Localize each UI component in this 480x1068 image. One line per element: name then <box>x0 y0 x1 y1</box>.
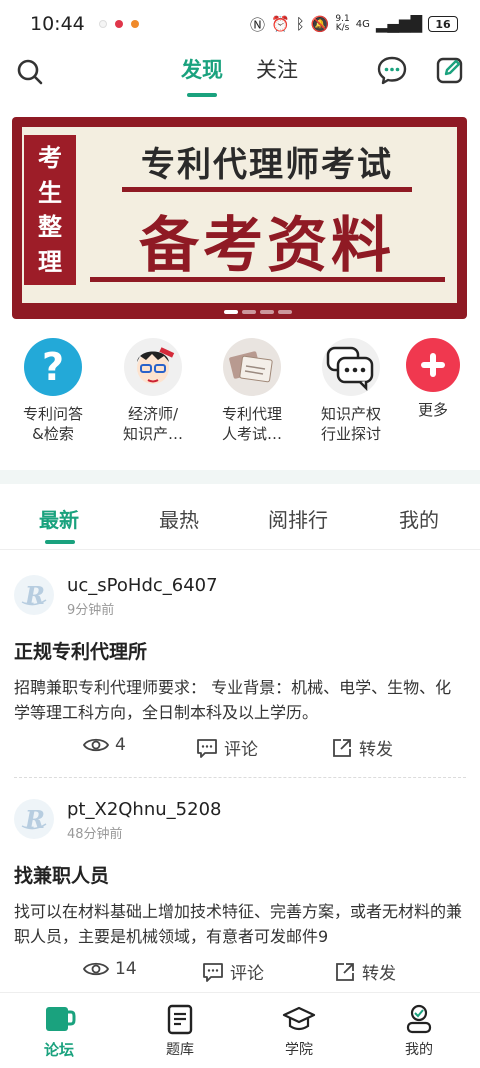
promo-banner[interactable]: 考 生 整 理 专利代理师考试 备考资料 <box>12 117 467 319</box>
post-actions: 14 评论 转发 <box>0 959 480 987</box>
status-bar: 10:44 Ⓝ ⏰ ᛒ 🔕 9.1 K/s 4G ▂▄▆█ 16 <box>0 0 480 48</box>
status-icons: Ⓝ ⏰ ᛒ 🔕 9.1 K/s 4G ▂▄▆█ 16 <box>250 14 458 35</box>
question-icon: ? <box>24 338 82 396</box>
tab-follow[interactable]: 关注 <box>256 54 298 84</box>
post-card[interactable]: R uc_sPoHdc_6407 9分钟前 正规专利代理所 招聘兼职专利代理师要… <box>0 575 480 780</box>
svg-text:R: R <box>24 805 45 834</box>
eye-icon <box>83 962 109 976</box>
post-username[interactable]: pt_X2Qhnu_5208 <box>67 799 221 820</box>
tab-latest[interactable]: 最新 <box>39 504 79 533</box>
tab-ranking[interactable]: 阅排行 <box>268 504 328 533</box>
nav-question-bank[interactable]: 题库 <box>145 1003 215 1059</box>
default-avatar-icon: R <box>21 805 47 834</box>
banner-side-label: 考 生 整 理 <box>24 135 76 285</box>
avatar[interactable]: R <box>14 799 54 839</box>
post-card[interactable]: R pt_X2Qhnu_5208 48分钟前 找兼职人员 找可以在材料基础上增加… <box>0 799 480 989</box>
share-button[interactable]: 转发 <box>331 735 393 760</box>
cartoon-avatar-icon <box>124 338 182 396</box>
documents-icon <box>223 338 281 396</box>
bluetooth-icon: ᛒ <box>295 15 305 33</box>
status-time: 10:44 <box>30 13 85 35</box>
search-icon <box>17 59 43 85</box>
messages-button[interactable] <box>376 54 408 86</box>
top-nav: 发现 关注 <box>0 48 480 100</box>
category-shortcuts: ? 专利问答 &检索 经济师/ 知识产… 专利代理 人考试… 知识产权 行业探讨… <box>0 338 480 458</box>
default-avatar-icon: R <box>21 581 47 610</box>
banner-headline: 备考资料 <box>139 211 395 281</box>
net-speed: 9.1 K/s <box>335 14 350 33</box>
post-separator <box>14 777 466 778</box>
user-icon <box>406 1004 432 1034</box>
share-icon <box>336 962 354 981</box>
category-economist[interactable]: 经济师/ 知识产… <box>108 338 198 444</box>
notification-dots <box>98 20 139 28</box>
comment-icon <box>203 962 223 982</box>
chat-icon <box>377 56 407 85</box>
comment-button[interactable]: 评论 <box>202 959 264 984</box>
plus-icon <box>406 338 460 392</box>
post-title[interactable]: 找兼职人员 <box>14 861 109 888</box>
bottom-nav: 论坛 题库 学院 我的 <box>0 992 480 1068</box>
post-time: 48分钟前 <box>67 827 123 842</box>
signal-label: 4G <box>355 18 370 30</box>
nfc-icon: Ⓝ <box>249 15 265 34</box>
avatar[interactable]: R <box>14 575 54 615</box>
post-time: 9分钟前 <box>67 603 115 618</box>
eye-icon <box>83 738 109 752</box>
views-count: 14 <box>83 959 137 979</box>
svg-text:R: R <box>24 581 45 610</box>
edit-icon <box>436 57 463 84</box>
signal-icon: ▂▄▆█ <box>375 15 422 33</box>
document-list-icon <box>167 1004 193 1035</box>
category-patent-exam[interactable]: 专利代理 人考试… <box>207 338 297 444</box>
category-more[interactable]: 更多 <box>388 338 478 420</box>
carousel-indicator <box>224 310 292 314</box>
nav-forum[interactable]: 论坛 <box>24 1003 94 1060</box>
category-ip-discussion[interactable]: 知识产权 行业探讨 <box>306 338 396 444</box>
compose-button[interactable] <box>434 54 466 86</box>
notification-icon <box>98 20 107 28</box>
section-divider <box>0 470 480 484</box>
post-body[interactable]: 招聘兼职专利代理师要求： 专业背景：机械、电学、生物、化学等理工科方向，全日制本… <box>14 675 466 725</box>
mute-icon: 🔕 <box>310 15 330 33</box>
tab-hot[interactable]: 最热 <box>159 504 199 533</box>
banner-divider <box>90 277 445 282</box>
notification-icon <box>130 20 139 28</box>
views-count: 4 <box>83 735 126 755</box>
post-body[interactable]: 找可以在材料基础上增加技术特征、完善方案，或者无材料的兼职人员，主要是机械领域，… <box>14 899 466 949</box>
banner-title: 专利代理师考试 <box>141 145 393 185</box>
alarm-icon: ⏰ <box>271 15 290 33</box>
chat-bubbles-icon <box>322 338 380 396</box>
search-button[interactable] <box>14 56 46 88</box>
nav-academy[interactable]: 学院 <box>264 1003 334 1059</box>
notification-icon <box>114 20 123 28</box>
graduation-cap-icon <box>282 1006 316 1031</box>
nav-profile[interactable]: 我的 <box>384 1003 454 1059</box>
share-icon <box>333 738 351 757</box>
share-button[interactable]: 转发 <box>334 959 396 984</box>
tab-discover[interactable]: 发现 <box>181 54 223 84</box>
post-actions: 4 评论 转发 <box>0 735 480 763</box>
post-title[interactable]: 正规专利代理所 <box>14 637 147 664</box>
tab-indicator <box>187 93 217 97</box>
comment-icon <box>197 738 217 758</box>
comment-button[interactable]: 评论 <box>196 735 258 760</box>
tab-mine[interactable]: 我的 <box>399 504 439 533</box>
banner-divider <box>122 187 412 192</box>
feed-tabs: 最新 最热 阅排行 我的 <box>0 484 480 550</box>
feed-tab-indicator <box>45 540 75 544</box>
battery-icon: 16 <box>428 16 458 32</box>
cup-icon <box>46 1007 76 1031</box>
category-patent-qa[interactable]: ? 专利问答 &检索 <box>8 338 98 444</box>
post-username[interactable]: uc_sPoHdc_6407 <box>67 575 218 596</box>
